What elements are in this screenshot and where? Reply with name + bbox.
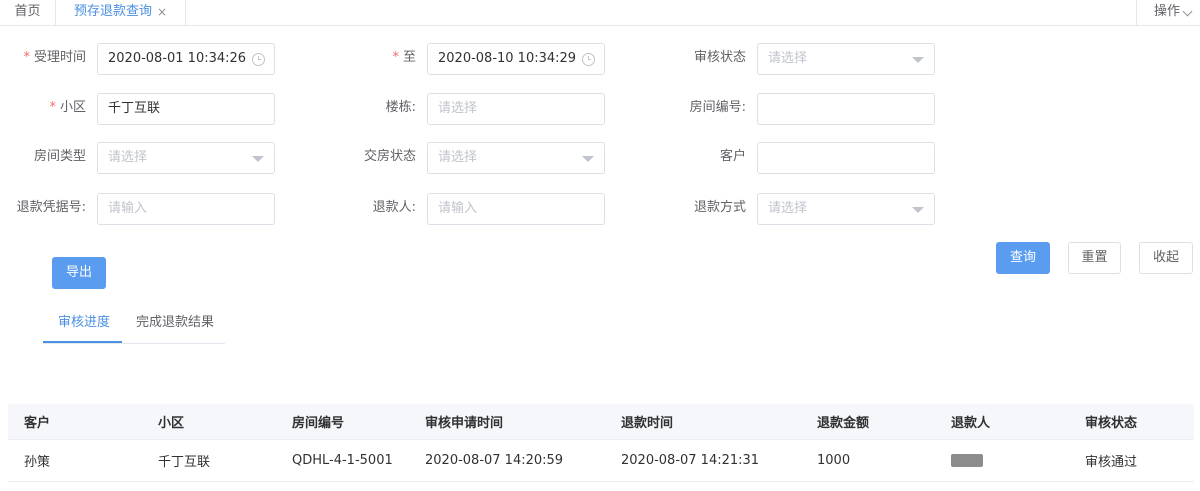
tab-refund-result[interactable]: 完成退款结果 (136, 308, 214, 342)
customer-label: 客户 (719, 149, 746, 164)
header-refund-time[interactable]: 退款时间 (621, 404, 673, 439)
voucher-label: 退款凭据号: (16, 200, 86, 215)
caret-down-icon (252, 156, 264, 162)
handover-status-label: 交房状态 (363, 149, 416, 164)
header-refund-amount[interactable]: 退款金额 (817, 404, 869, 439)
refunder-input[interactable]: 请输入 (427, 193, 605, 225)
room-type-label: 房间类型 (33, 149, 86, 164)
header-customer[interactable]: 客户 (24, 404, 50, 439)
reset-button[interactable]: 重置 (1068, 242, 1121, 274)
close-icon[interactable]: × (157, 0, 167, 24)
operations-label: 操作 (1154, 4, 1181, 19)
clock-icon (582, 53, 595, 66)
cell-room-no: QDHL-4-1-5001 (292, 453, 393, 468)
accept-time-label: * 受理时间 (23, 50, 86, 65)
header-refunder[interactable]: 退款人 (951, 404, 990, 439)
table-row[interactable]: 孙策 千丁互联 QDHL-4-1-5001 2020-08-07 14:20:5… (8, 440, 1194, 482)
audit-status-select[interactable]: 请选择 (757, 43, 935, 75)
cell-audit-status: 审核通过 (1085, 455, 1138, 470)
cell-refund-time: 2020-08-07 14:21:31 (621, 453, 760, 468)
masked-value (951, 454, 983, 467)
to-label: * 至 (392, 50, 416, 65)
header-apply-time[interactable]: 审核申请时间 (425, 404, 503, 439)
tab-prepaid-refund-query[interactable]: 预存退款查询 × (56, 0, 186, 26)
operations-menu[interactable]: 操作 (1136, 0, 1200, 26)
cell-customer: 孙策 (24, 455, 51, 470)
chevron-down-icon (1182, 6, 1193, 17)
cell-refunder (951, 440, 983, 481)
tab-bar: 首页 预存退款查询 × 操作 (0, 0, 1200, 26)
audit-status-label: 审核状态 (693, 50, 746, 65)
export-button[interactable]: 导出 (52, 257, 106, 289)
required-mark: * (49, 100, 56, 115)
refund-method-label: 退款方式 (693, 200, 746, 215)
room-type-select[interactable]: 请选择 (97, 142, 275, 174)
customer-input[interactable] (757, 142, 935, 174)
cell-refund-amount: 1000 (817, 453, 851, 468)
header-audit-status[interactable]: 审核状态 (1085, 404, 1137, 439)
caret-down-icon (912, 207, 924, 213)
room-no-label: 房间编号: (689, 100, 746, 115)
table-header: 客户 小区 房间编号 审核申请时间 退款时间 退款金额 退款人 审核状态 (8, 404, 1194, 440)
query-button[interactable]: 查询 (996, 242, 1050, 274)
tab-home[interactable]: 首页 (0, 0, 56, 26)
accept-time-end-input[interactable]: 2020-08-10 10:34:29 (427, 43, 605, 75)
required-mark: * (23, 50, 30, 65)
cell-community: 千丁互联 (158, 455, 211, 470)
refund-method-select[interactable]: 请选择 (757, 193, 935, 225)
header-room-no[interactable]: 房间编号 (292, 404, 344, 439)
building-label: 楼栋: (385, 100, 416, 115)
caret-down-icon (582, 156, 594, 162)
result-tabs: 审核进度 完成退款结果 (43, 308, 225, 344)
cell-apply-time: 2020-08-07 14:20:59 (425, 453, 564, 468)
community-input[interactable]: 千丁互联 (97, 93, 275, 125)
header-community[interactable]: 小区 (158, 404, 184, 439)
clock-icon (252, 53, 265, 66)
tab-audit-progress[interactable]: 审核进度 (58, 308, 110, 342)
community-label: * 小区 (49, 100, 86, 115)
handover-status-select[interactable]: 请选择 (427, 142, 605, 174)
tab-label: 预存退款查询 (74, 4, 153, 19)
caret-down-icon (912, 57, 924, 63)
collapse-button[interactable]: 收起 (1139, 242, 1193, 274)
active-tab-indicator (43, 341, 122, 343)
required-mark: * (392, 50, 399, 65)
room-no-input[interactable] (757, 93, 935, 125)
refunder-label: 退款人: (372, 200, 416, 215)
building-select[interactable]: 请选择 (427, 93, 605, 125)
voucher-input[interactable]: 请输入 (97, 193, 275, 225)
accept-time-start-input[interactable]: 2020-08-01 10:34:26 (97, 43, 275, 75)
